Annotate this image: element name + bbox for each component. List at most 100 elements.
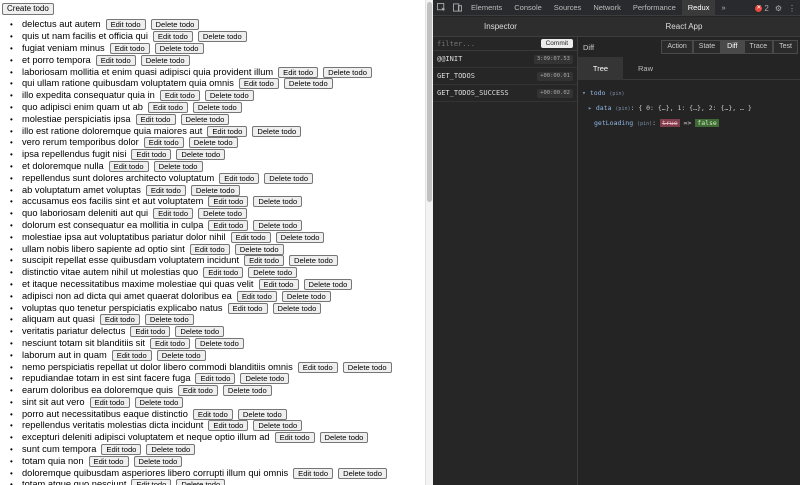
delete-todo-button[interactable]: Delete todo [264, 172, 314, 184]
edit-todo-button[interactable]: Edit todo [203, 267, 244, 279]
tab-tree[interactable]: Tree [578, 56, 623, 80]
tab-state[interactable]: State [692, 40, 722, 54]
delete-todo-button[interactable]: Delete todo [222, 385, 272, 397]
delete-todo-button[interactable]: Delete todo [253, 219, 303, 231]
delete-todo-button[interactable]: Delete todo [156, 349, 206, 361]
delete-todo-button[interactable]: Delete todo [134, 396, 184, 408]
edit-todo-button[interactable]: Edit todo [152, 31, 193, 43]
edit-todo-button[interactable]: Edit todo [88, 455, 129, 467]
edit-todo-button[interactable]: Edit todo [101, 444, 142, 456]
app-instance-select[interactable]: React App [568, 17, 800, 37]
delete-todo-button[interactable]: Delete todo [240, 373, 290, 385]
edit-todo-button[interactable]: Edit todo [147, 101, 188, 113]
edit-todo-button[interactable]: Edit todo [297, 361, 338, 373]
app-scrollbar[interactable] [425, 0, 433, 485]
edit-todo-button[interactable]: Edit todo [219, 172, 260, 184]
create-todo-button[interactable]: Create todo [2, 3, 54, 15]
edit-todo-button[interactable]: Edit todo [109, 42, 150, 54]
edit-todo-button[interactable]: Edit todo [177, 385, 218, 397]
delete-todo-button[interactable]: Delete todo [176, 149, 226, 161]
tab-diff[interactable]: Diff [721, 40, 744, 54]
delete-todo-button[interactable]: Delete todo [237, 408, 287, 420]
delete-todo-button[interactable]: Delete todo [342, 361, 392, 373]
edit-todo-button[interactable]: Edit todo [227, 302, 268, 314]
delete-todo-button[interactable]: Delete todo [338, 467, 387, 479]
devtools-tab-network[interactable]: Network [587, 0, 627, 16]
delete-todo-button[interactable]: Delete todo [198, 208, 247, 220]
edit-todo-button[interactable]: Edit todo [131, 479, 172, 485]
edit-todo-button[interactable]: Edit todo [230, 231, 271, 243]
more-options-icon[interactable]: ⋮ [788, 4, 796, 13]
delete-todo-button[interactable]: Delete todo [319, 432, 369, 444]
delete-todo-button[interactable]: Delete todo [323, 66, 372, 78]
action-row[interactable]: GET_TODOS_SUCCESS +00:00.02 [433, 85, 577, 102]
delete-todo-button[interactable]: Delete todo [140, 54, 190, 66]
error-count-badge[interactable]: ✕ 2 [755, 4, 769, 13]
edit-todo-button[interactable]: Edit todo [131, 149, 172, 161]
tab-test[interactable]: Test [773, 40, 798, 54]
edit-todo-button[interactable]: Edit todo [293, 467, 334, 479]
delete-todo-button[interactable]: Delete todo [248, 267, 298, 279]
edit-todo-button[interactable]: Edit todo [89, 396, 130, 408]
delete-todo-button[interactable]: Delete todo [275, 231, 325, 243]
delete-todo-button[interactable]: Delete todo [150, 19, 200, 31]
delete-todo-button[interactable]: Delete todo [283, 78, 333, 90]
delete-todo-button[interactable]: Delete todo [303, 278, 353, 290]
pin-label[interactable]: (pin) [637, 121, 652, 127]
delete-todo-button[interactable]: Delete todo [289, 255, 338, 267]
edit-todo-button[interactable]: Edit todo [278, 66, 319, 78]
edit-todo-button[interactable]: Edit todo [189, 243, 230, 255]
device-toolbar-icon[interactable] [449, 3, 465, 12]
filter-input[interactable] [437, 39, 541, 48]
edit-todo-button[interactable]: Edit todo [108, 160, 149, 172]
edit-todo-button[interactable]: Edit todo [244, 255, 285, 267]
pin-label[interactable]: (pin) [609, 91, 624, 97]
delete-todo-button[interactable]: Delete todo [144, 314, 194, 326]
tab-trace[interactable]: Trace [743, 40, 774, 54]
delete-todo-button[interactable]: Delete todo [272, 302, 322, 314]
edit-todo-button[interactable]: Edit todo [145, 184, 186, 196]
delete-todo-button[interactable]: Delete todo [194, 337, 244, 349]
devtools-tab-sources[interactable]: Sources [548, 0, 588, 16]
expand-arrow-icon[interactable]: ▾ [582, 89, 586, 97]
delete-todo-button[interactable]: Delete todo [234, 243, 284, 255]
edit-todo-button[interactable]: Edit todo [192, 408, 233, 420]
edit-todo-button[interactable]: Edit todo [208, 420, 249, 432]
tree-node-data[interactable]: ▸ data (pin): { 0: {…}, 1: {…}, 2: {…}, … [582, 101, 800, 116]
edit-todo-button[interactable]: Edit todo [153, 208, 194, 220]
delete-todo-button[interactable]: Delete todo [281, 290, 331, 302]
more-tabs-button[interactable]: » [715, 0, 731, 16]
delete-todo-button[interactable]: Delete todo [204, 90, 254, 102]
settings-gear-icon[interactable]: ⚙ [775, 4, 782, 13]
devtools-tab-console[interactable]: Console [508, 0, 548, 16]
edit-todo-button[interactable]: Edit todo [99, 314, 140, 326]
edit-todo-button[interactable]: Edit todo [236, 290, 277, 302]
inspect-element-icon[interactable] [433, 3, 449, 12]
devtools-tab-redux[interactable]: Redux [681, 0, 716, 16]
delete-todo-button[interactable]: Delete todo [153, 160, 203, 172]
edit-todo-button[interactable]: Edit todo [159, 90, 200, 102]
delete-todo-button[interactable]: Delete todo [188, 137, 238, 149]
collapse-arrow-icon[interactable]: ▸ [588, 104, 592, 112]
tab-action[interactable]: Action [661, 40, 693, 54]
devtools-tab-elements[interactable]: Elements [465, 0, 508, 16]
scrollbar-thumb[interactable] [427, 2, 432, 202]
tree-node-todo[interactable]: ▾ todo (pin) [582, 86, 800, 101]
edit-todo-button[interactable]: Edit todo [135, 113, 176, 125]
delete-todo-button[interactable]: Delete todo [180, 113, 230, 125]
edit-todo-button[interactable]: Edit todo [111, 349, 152, 361]
commit-button[interactable]: Commit [540, 39, 573, 48]
edit-todo-button[interactable]: Edit todo [207, 125, 248, 137]
edit-todo-button[interactable]: Edit todo [208, 219, 249, 231]
edit-todo-button[interactable]: Edit todo [130, 326, 171, 338]
delete-todo-button[interactable]: Delete todo [176, 479, 226, 485]
edit-todo-button[interactable]: Edit todo [95, 54, 136, 66]
edit-todo-button[interactable]: Edit todo [208, 196, 249, 208]
action-row[interactable]: GET_TODOS +00:00.01 [433, 68, 577, 85]
delete-todo-button[interactable]: Delete todo [133, 455, 183, 467]
edit-todo-button[interactable]: Edit todo [143, 137, 184, 149]
delete-todo-button[interactable]: Delete todo [197, 31, 247, 43]
tab-raw[interactable]: Raw [623, 57, 668, 80]
action-row[interactable]: @@INIT 3:09:07.53 [433, 51, 577, 68]
delete-todo-button[interactable]: Delete todo [252, 125, 302, 137]
